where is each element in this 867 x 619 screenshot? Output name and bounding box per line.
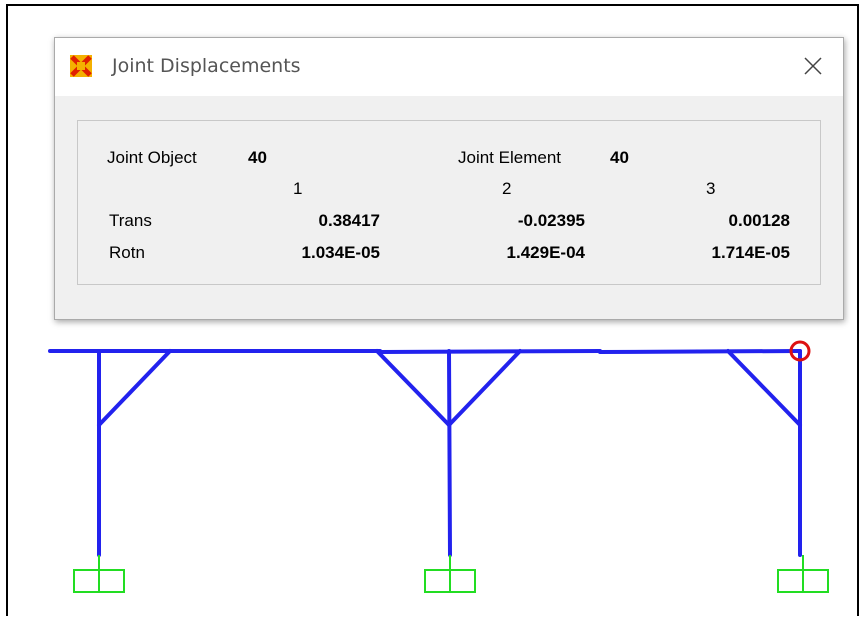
column-header-1: 1	[293, 179, 303, 198]
beam-middle	[378, 349, 602, 354]
rotn-value-2: 1.429E-04	[506, 243, 585, 262]
column-2	[447, 349, 452, 557]
rotn-value-3: 1.714E-05	[711, 243, 790, 262]
brace-2a	[375, 349, 451, 427]
dialog-title: Joint Displacements	[112, 55, 301, 77]
column-header-3: 3	[706, 179, 716, 198]
row-label-trans: Trans	[109, 211, 152, 230]
row-label-rotn: Rotn	[109, 243, 145, 262]
displacement-panel: Joint Object 40 Joint Element 40 1 2 3 T…	[77, 120, 821, 285]
joint-element-label: Joint Element	[458, 148, 561, 167]
brace-2b	[447, 349, 522, 427]
supports	[73, 555, 829, 593]
joint-object-label: Joint Object	[107, 148, 197, 167]
trans-value-3: 0.00128	[728, 211, 790, 230]
rotn-value-1: 1.034E-05	[301, 243, 380, 262]
trans-value-1: 0.38417	[318, 211, 380, 230]
close-button[interactable]	[795, 50, 831, 82]
frame-members	[48, 349, 802, 557]
joint-object-value: 40	[248, 148, 267, 167]
column-header-2: 2	[502, 179, 512, 198]
close-icon	[804, 57, 822, 75]
brace-3	[726, 349, 802, 427]
sap2000-icon	[70, 55, 92, 77]
trans-value-2: -0.02395	[517, 211, 585, 230]
brace-1	[97, 349, 172, 427]
dialog-titlebar[interactable]: Joint Displacements	[55, 38, 843, 96]
joint-displacements-dialog: Joint Displacements Joint Object 40 Join…	[54, 37, 844, 320]
beam-right	[598, 349, 802, 354]
joint-element-value: 40	[610, 148, 629, 167]
